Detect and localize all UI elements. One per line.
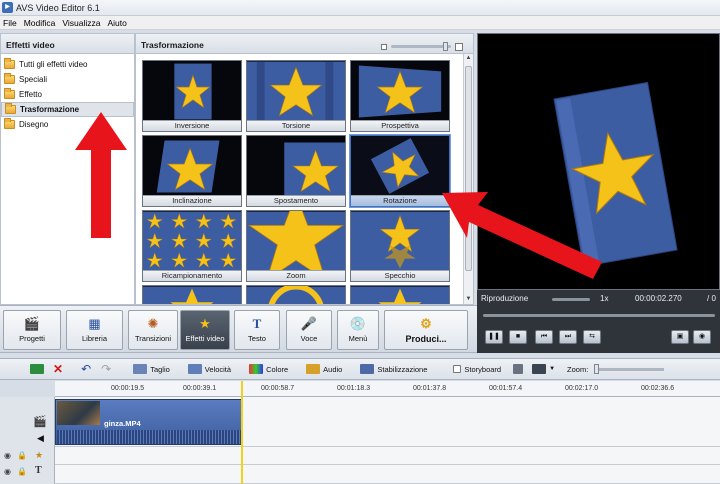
red-arrow-diagonal — [442, 192, 602, 279]
annotation-arrows — [75, 112, 602, 279]
red-arrow-up — [75, 112, 127, 238]
